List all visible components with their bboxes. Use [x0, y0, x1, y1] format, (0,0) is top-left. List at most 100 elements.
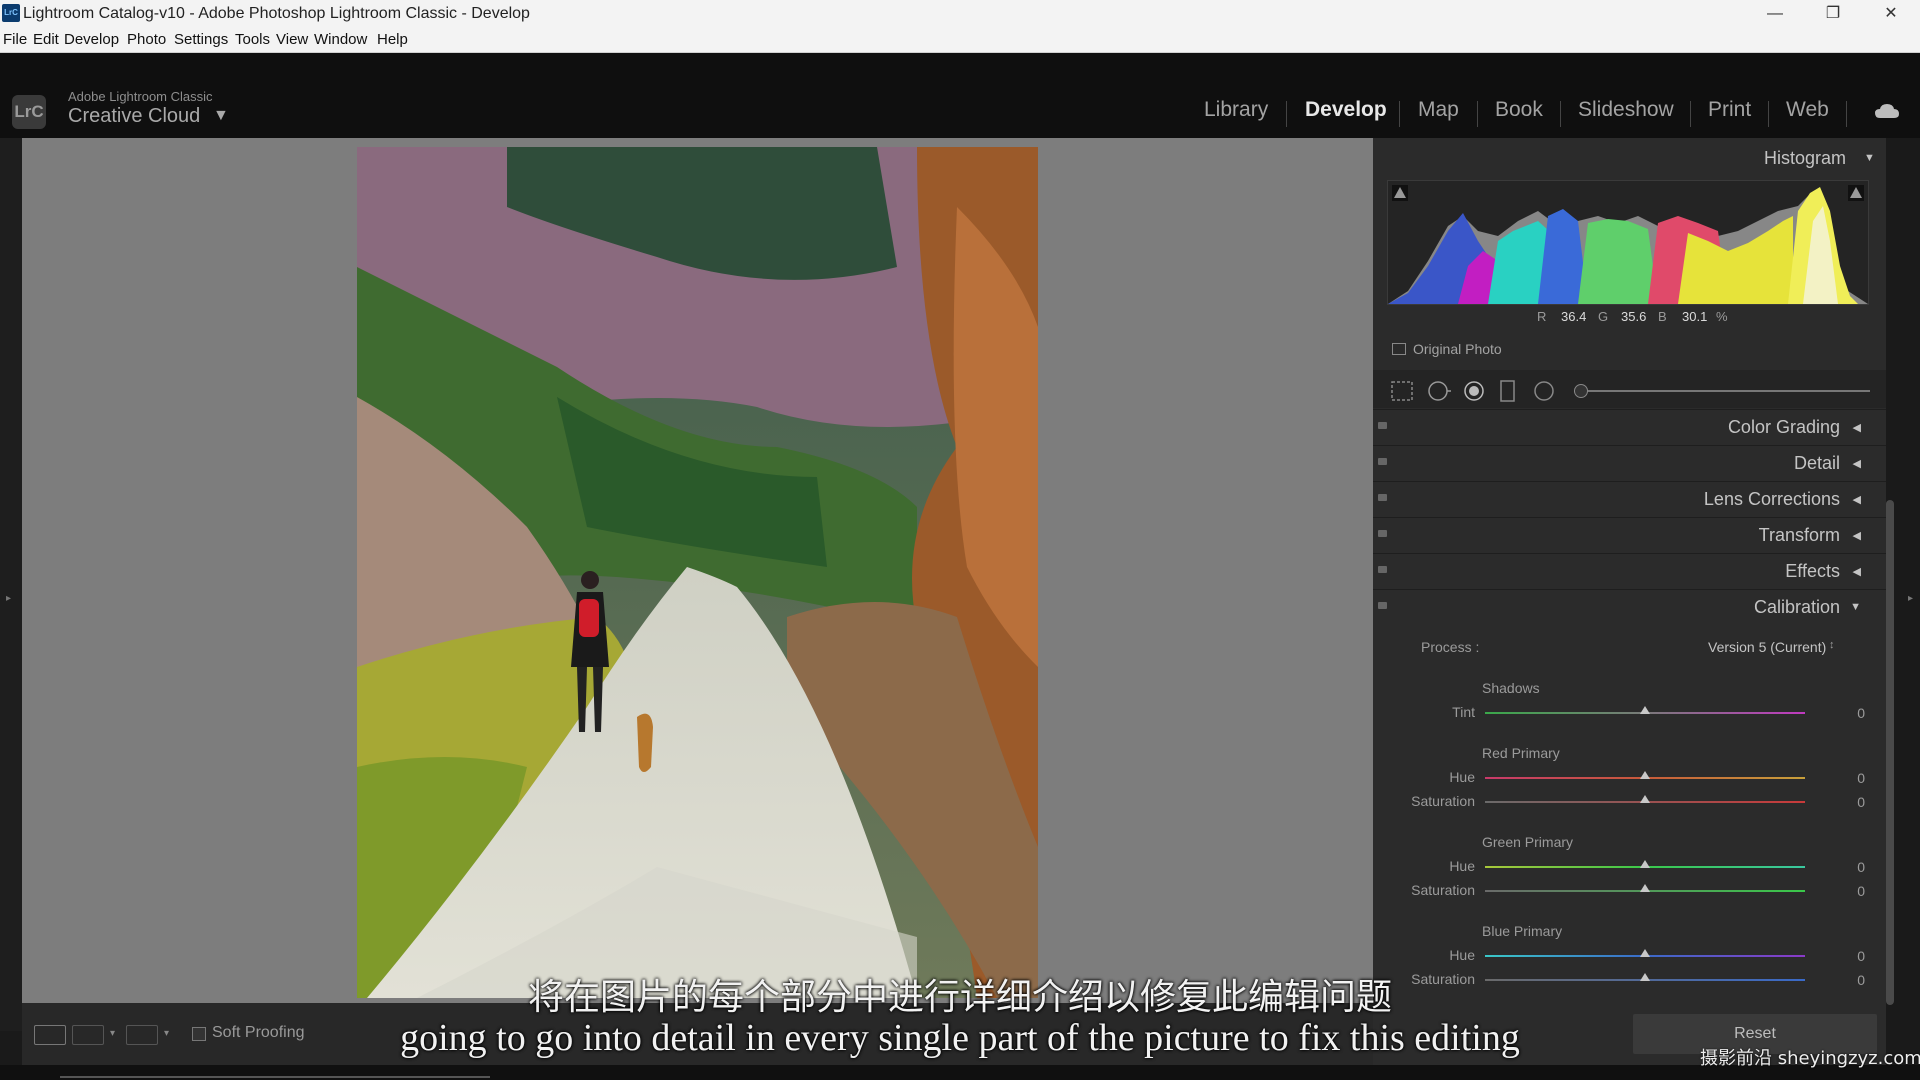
module-header: LrC Adobe Lightroom Classic Creative Clo… [0, 53, 1920, 138]
expand-left-panel-icon[interactable]: ▸ [6, 593, 11, 604]
section-detail[interactable]: Detail ◀ [1373, 445, 1886, 482]
module-divider [1477, 101, 1478, 127]
green-hue-value[interactable]: 0 [1845, 859, 1865, 875]
histogram-title[interactable]: Histogram [1764, 148, 1846, 169]
chevron-left-icon: ◀ [1852, 422, 1861, 434]
chevron-down-icon[interactable]: ▼ [1864, 152, 1875, 164]
section-calibration[interactable]: Calibration ▼ [1373, 589, 1886, 626]
chevron-left-icon: ◀ [1852, 458, 1861, 470]
module-library[interactable]: Library [1204, 98, 1268, 122]
minimize-button[interactable]: — [1752, 2, 1798, 26]
green-saturation-label: Saturation [1411, 882, 1475, 898]
green-saturation-value[interactable]: 0 [1845, 883, 1865, 899]
module-map[interactable]: Map [1418, 98, 1459, 122]
menu-develop[interactable]: Develop [64, 31, 119, 48]
subtitle-chinese: 将在图片的每个部分中进行详细介绍以修复此编辑问题 [527, 977, 1392, 1018]
filmstrip-handle[interactable] [60, 1076, 490, 1078]
panel-switch[interactable] [1378, 530, 1387, 537]
panel-switch[interactable] [1378, 422, 1387, 429]
restore-button[interactable]: ❐ [1810, 2, 1856, 26]
histogram-plot [1388, 187, 1868, 304]
section-transform[interactable]: Transform ◀ [1373, 517, 1886, 554]
blue-hue-value[interactable]: 0 [1845, 948, 1865, 964]
left-panel-collapsed[interactable]: ▸ [0, 138, 22, 1031]
green-hue-knob[interactable] [1640, 860, 1650, 868]
module-print[interactable]: Print [1708, 98, 1751, 122]
green-primary-heading: Green Primary [1482, 834, 1574, 850]
red-hue-label: Hue [1449, 769, 1475, 785]
blue-hue-knob[interactable] [1640, 949, 1650, 957]
red-hue-value[interactable]: 0 [1845, 770, 1865, 786]
module-slideshow[interactable]: Slideshow [1578, 98, 1674, 122]
process-label: Process : [1421, 639, 1480, 655]
shadow-clipping-icon[interactable] [1392, 185, 1408, 201]
section-lens-corrections[interactable]: Lens Corrections ◀ [1373, 481, 1886, 518]
section-label: Lens Corrections [1703, 489, 1840, 509]
section-color-grading[interactable]: Color Grading ◀ [1373, 409, 1886, 446]
menu-edit[interactable]: Edit [33, 31, 59, 48]
subtitle-english: going to go into detail in every single … [400, 1017, 1520, 1059]
red-saturation-knob[interactable] [1640, 795, 1650, 803]
module-divider [1560, 101, 1561, 127]
histogram-unit: % [1716, 309, 1728, 324]
red-saturation-label: Saturation [1411, 793, 1475, 809]
menu-help[interactable]: Help [377, 31, 408, 48]
green-saturation-knob[interactable] [1640, 884, 1650, 892]
tool-strip-slider[interactable] [1574, 390, 1870, 392]
photo-preview[interactable] [357, 147, 1038, 998]
shadows-tint-value[interactable]: 0 [1845, 705, 1865, 721]
module-divider [1399, 101, 1400, 127]
chevron-left-icon: ◀ [1852, 530, 1861, 542]
module-divider [1690, 101, 1691, 127]
cloud-sync-icon[interactable] [1874, 102, 1900, 120]
section-label: Effects [1785, 561, 1840, 581]
red-primary-heading: Red Primary [1482, 745, 1560, 761]
menu-settings[interactable]: Settings [174, 31, 228, 48]
section-effects[interactable]: Effects ◀ [1373, 553, 1886, 590]
filmstrip-collapsed[interactable] [0, 1065, 1920, 1080]
tool-strip-slider-knob[interactable] [1574, 384, 1588, 398]
original-photo-label: Original Photo [1413, 341, 1502, 357]
section-label: Calibration [1753, 597, 1840, 617]
menu-photo[interactable]: Photo [127, 31, 166, 48]
window-title: Lightroom Catalog-v10 - Adobe Photoshop … [23, 5, 530, 22]
chevron-left-icon: ◀ [1852, 566, 1861, 578]
panel-switch[interactable] [1378, 494, 1387, 501]
menu-view[interactable]: View [276, 31, 308, 48]
red-eye-icon[interactable] [1498, 379, 1518, 403]
highlight-clipping-icon[interactable] [1848, 185, 1864, 201]
red-hue-knob[interactable] [1640, 771, 1650, 779]
menu-file[interactable]: File [3, 31, 27, 48]
module-web[interactable]: Web [1786, 98, 1829, 122]
panel-switch[interactable] [1378, 458, 1387, 465]
menu-tools[interactable]: Tools [235, 31, 270, 48]
panel-switch[interactable] [1378, 566, 1387, 573]
shadows-tint-knob[interactable] [1640, 706, 1650, 714]
close-button[interactable]: ✕ [1868, 2, 1914, 26]
section-label: Color Grading [1727, 417, 1840, 437]
identity-plate[interactable]: Creative Cloud [68, 105, 200, 128]
photo-image [357, 147, 1038, 998]
shadows-heading: Shadows [1482, 680, 1540, 696]
red-saturation-value[interactable]: 0 [1845, 794, 1865, 810]
module-divider [1768, 101, 1769, 127]
original-photo-icon[interactable] [1392, 343, 1406, 355]
presets-icon[interactable] [1532, 379, 1556, 403]
module-book[interactable]: Book [1495, 98, 1543, 122]
select-arrows-icon[interactable]: ↕ [1829, 639, 1835, 651]
process-version-select[interactable]: Version 5 (Current) [1708, 639, 1826, 655]
crop-icon[interactable] [1390, 380, 1414, 402]
shadows-tint-label: Tint [1452, 704, 1475, 720]
menu-window[interactable]: Window [314, 31, 367, 48]
section-label: Transform [1758, 525, 1840, 545]
chevron-down-icon[interactable]: ▼ [213, 107, 229, 125]
blue-hue-label: Hue [1449, 947, 1475, 963]
right-panel-scrollbar[interactable] [1886, 500, 1894, 1005]
module-divider [1286, 101, 1287, 127]
panel-switch[interactable] [1378, 602, 1387, 609]
masking-icon[interactable] [1462, 379, 1486, 403]
histogram-graph[interactable] [1387, 180, 1869, 305]
collapse-right-panel-icon[interactable]: ▸ [1908, 593, 1913, 604]
spot-removal-icon[interactable] [1426, 379, 1452, 403]
module-develop[interactable]: Develop [1305, 98, 1387, 122]
